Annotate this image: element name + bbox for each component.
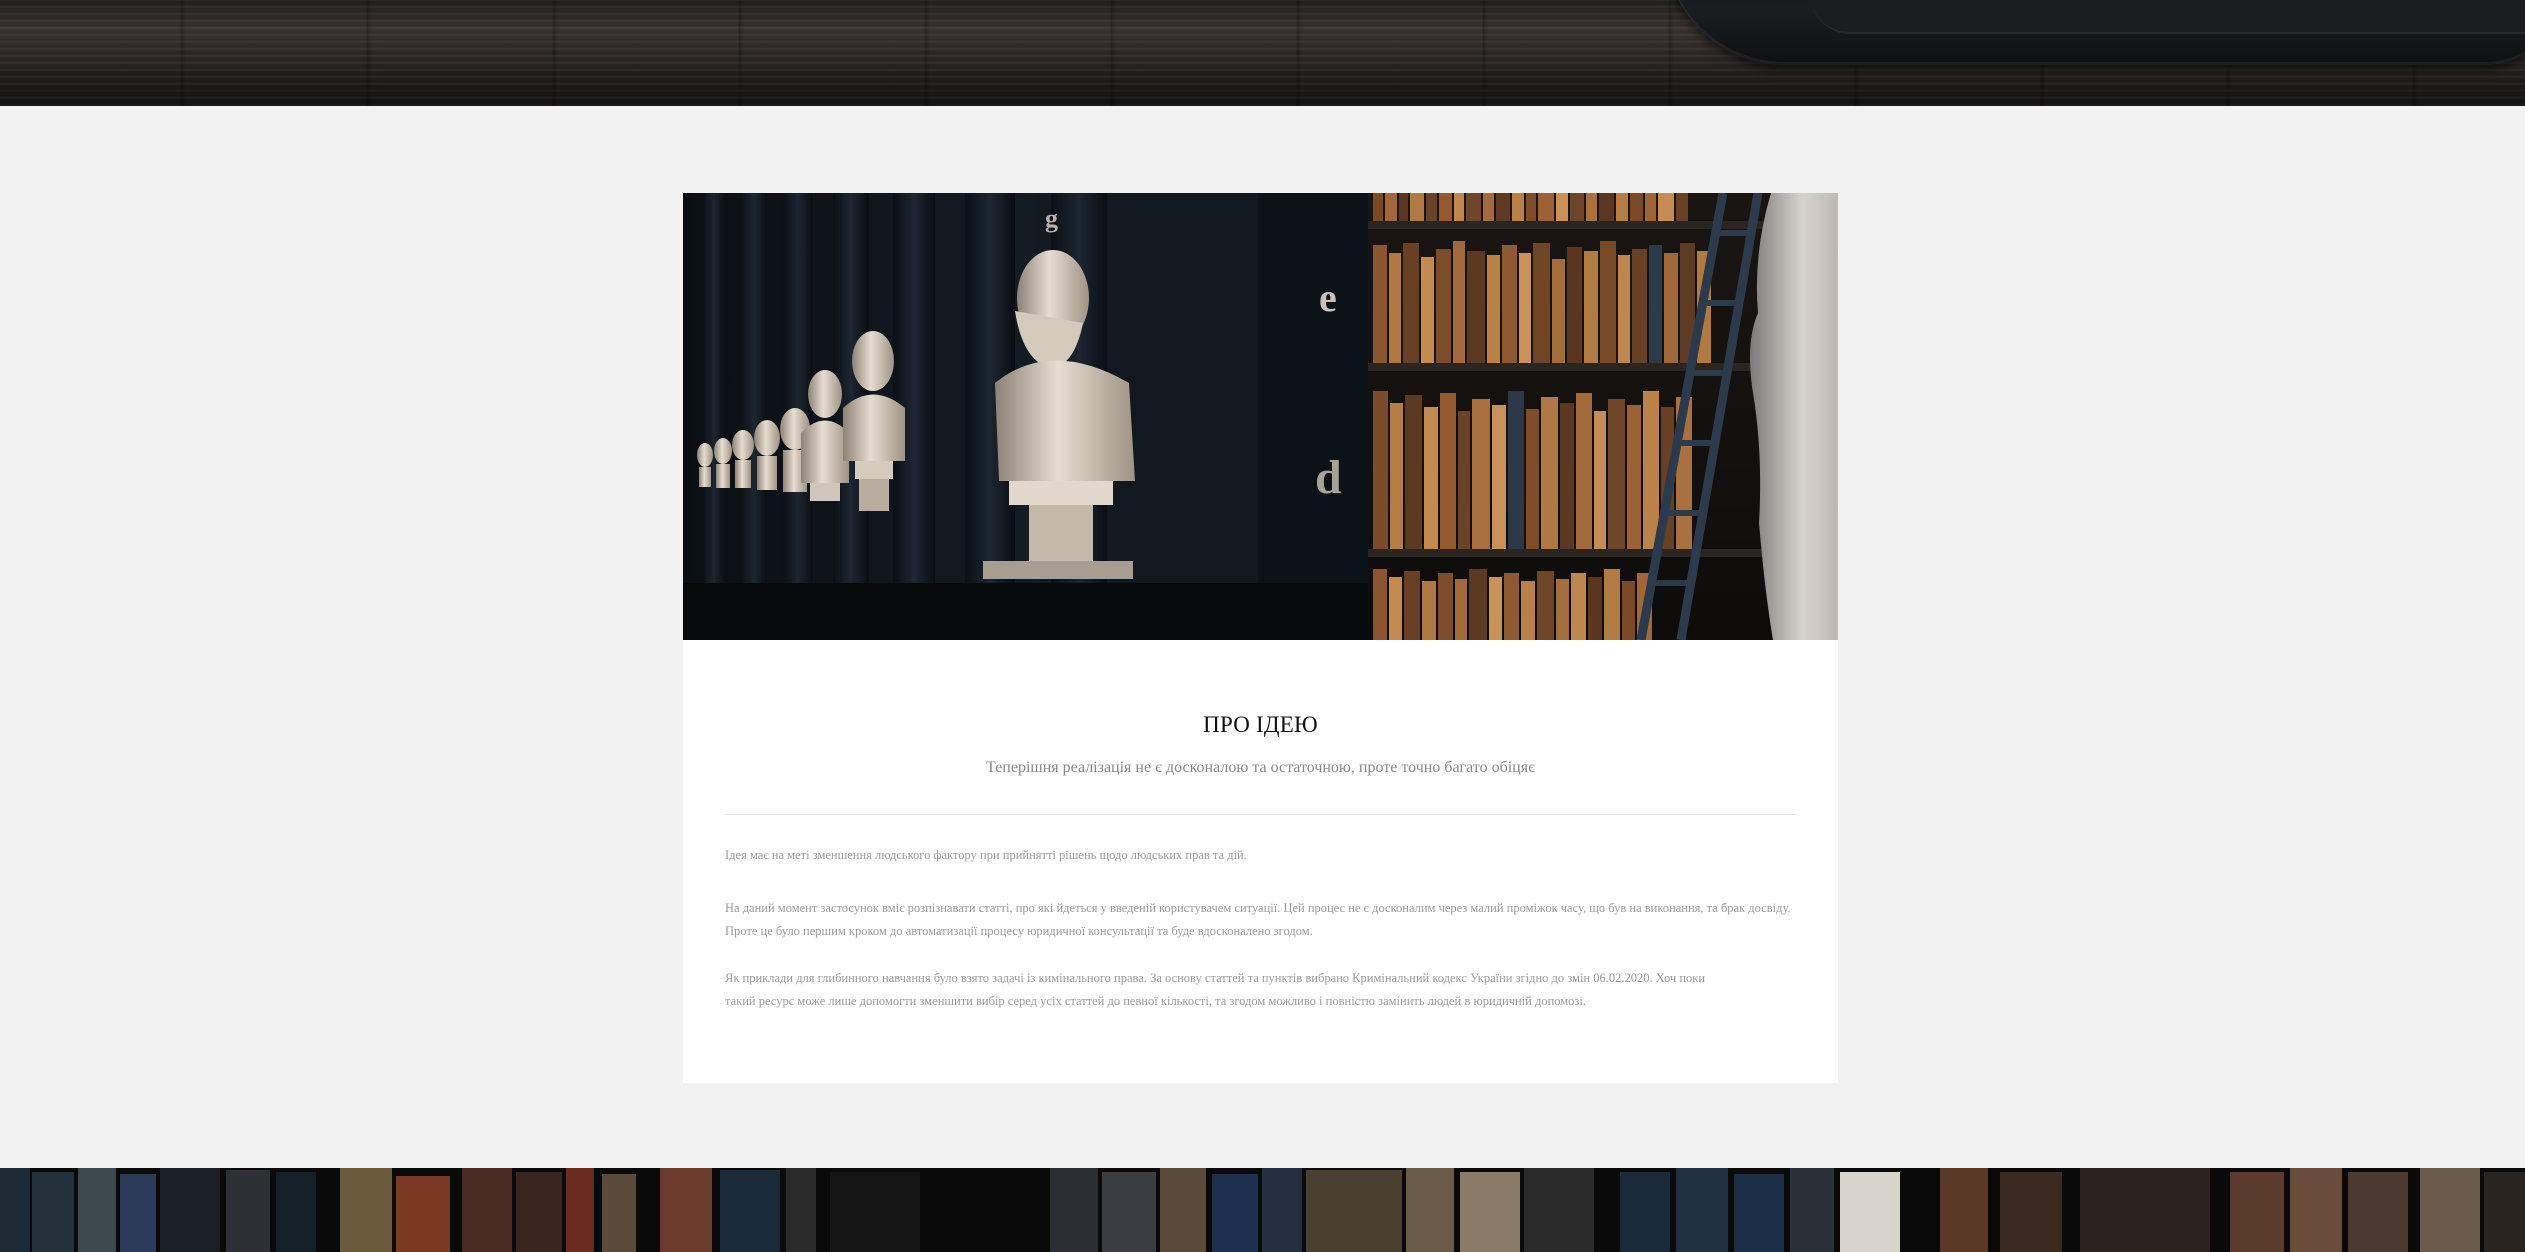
footer-books-image xyxy=(0,1168,2525,1252)
engraving-letter-d: d xyxy=(1315,451,1342,504)
about-card: g e d ПРО ІДЕЮ Теперішня реалізація не є… xyxy=(683,193,1838,1083)
about-paragraph-2: На даний момент застосунок вміє розпізна… xyxy=(725,901,1791,938)
about-paragraph-1: Ідея має на меті зменшення людського фак… xyxy=(725,848,1247,862)
header-banner-image xyxy=(0,0,2525,106)
banner-decor-inner xyxy=(1810,0,2525,34)
about-title: ПРО ІДЕЮ xyxy=(1203,712,1318,737)
section-divider xyxy=(725,814,1796,815)
engraving-letter-e: e xyxy=(1319,275,1337,320)
library-hero-image: g e d xyxy=(683,193,1838,640)
engraving-letter-g: g xyxy=(1045,204,1058,233)
about-paragraph-3: Як приклади для глибинного навчання було… xyxy=(725,971,1706,1008)
about-subtitle: Теперішня реалізація не є досконалою та … xyxy=(986,759,1535,776)
